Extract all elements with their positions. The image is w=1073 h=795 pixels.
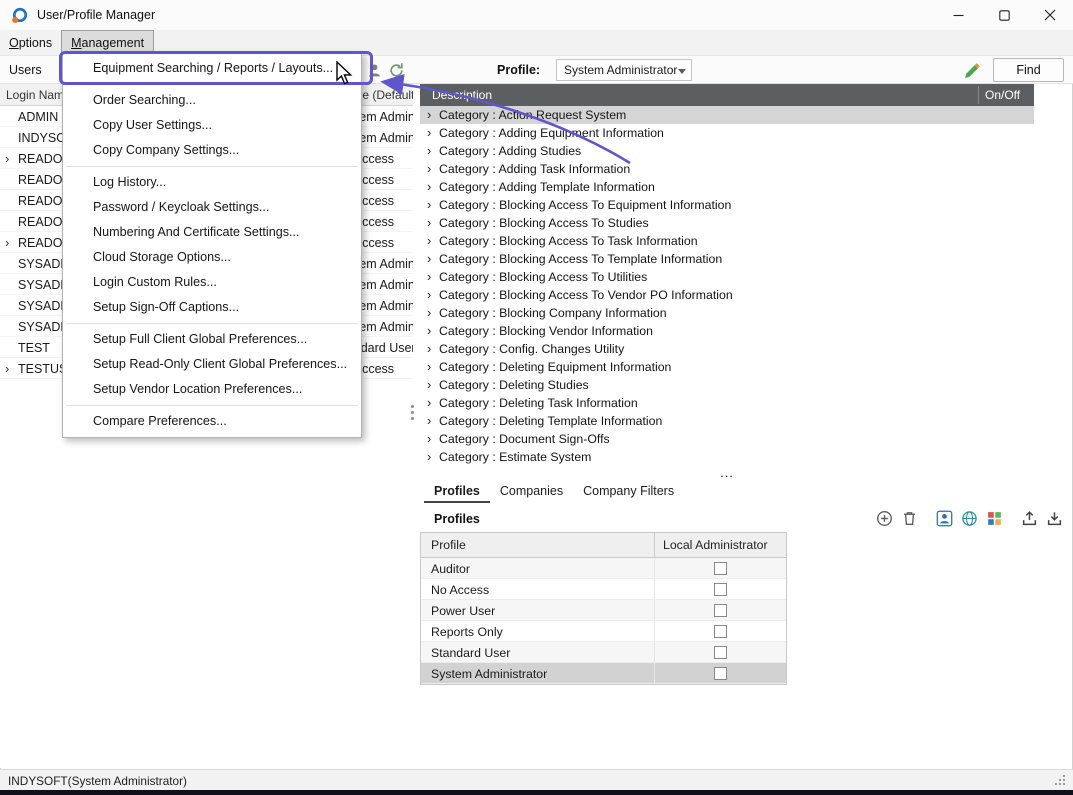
- rights-row[interactable]: Category : Adding Studies: [420, 142, 1034, 160]
- profile-combobox[interactable]: System Administrator: [556, 59, 692, 81]
- tab-company-filters[interactable]: Company Filters: [573, 480, 684, 503]
- titlebar: User/Profile Manager: [0, 0, 1073, 30]
- rights-row[interactable]: Category : Blocking Company Information: [420, 304, 1034, 322]
- local-admin-checkbox[interactable]: [714, 562, 727, 575]
- tab-profiles[interactable]: Profiles: [424, 480, 490, 503]
- menu-item-login-custom-rules[interactable]: Login Custom Rules...: [63, 270, 361, 295]
- refresh-icon[interactable]: [388, 62, 405, 79]
- splitter-handle[interactable]: [409, 402, 415, 424]
- profile-row-selected[interactable]: System Administrator: [421, 663, 786, 684]
- globe-button[interactable]: [961, 510, 978, 527]
- menu-item-order-searching[interactable]: Order Searching...: [63, 88, 361, 113]
- import-button[interactable]: [1046, 510, 1063, 527]
- chevron-down-icon: [678, 69, 686, 74]
- expand-chevron-icon[interactable]: ›: [5, 360, 9, 377]
- user-card-button[interactable]: [936, 510, 953, 527]
- local-admin-checkbox[interactable]: [714, 667, 727, 680]
- statusbar-text: INDYSOFT(System Administrator): [8, 774, 187, 788]
- column-header-onoff[interactable]: On/Off: [985, 88, 1020, 102]
- maximize-button[interactable]: [981, 0, 1027, 30]
- local-admin-checkbox[interactable]: [714, 646, 727, 659]
- rights-row[interactable]: Category : Blocking Access To Studies: [420, 214, 1034, 232]
- color-grid-button[interactable]: [986, 510, 1003, 527]
- menu-item-compare-preferences[interactable]: Compare Preferences...: [63, 409, 361, 434]
- local-admin-checkbox[interactable]: [714, 625, 727, 638]
- profiles-table: Profile Local Administrator Auditor No A…: [420, 532, 787, 685]
- user-profile-manager-window: User/Profile Manager Options Management …: [0, 0, 1073, 795]
- edit-pencil-icon[interactable]: [963, 60, 982, 79]
- profile-row[interactable]: Power User: [421, 600, 786, 621]
- mouse-cursor-icon: [336, 61, 358, 87]
- menu-item-password-keycloak-settings[interactable]: Password / Keycloak Settings...: [63, 195, 361, 220]
- local-admin-checkbox[interactable]: [714, 604, 727, 617]
- rights-row[interactable]: Category : Blocking Vendor Information: [420, 322, 1034, 340]
- minimize-button[interactable]: [935, 0, 981, 30]
- taskbar-strip: [0, 790, 1073, 795]
- app-icon: [11, 7, 28, 24]
- column-header-login-name[interactable]: Login Name: [6, 88, 71, 102]
- tab-companies[interactable]: Companies: [490, 480, 573, 503]
- resize-grip[interactable]: [1052, 772, 1067, 787]
- profile-combobox-value: System Administrator: [564, 63, 677, 77]
- rights-row[interactable]: Category : Blocking Access To Task Infor…: [420, 232, 1034, 250]
- window-title: User/Profile Manager: [37, 8, 155, 22]
- menu-item-numbering-and-certificate-settings[interactable]: Numbering And Certificate Settings...: [63, 220, 361, 245]
- expand-chevron-icon[interactable]: ›: [5, 234, 9, 251]
- expand-chevron-icon[interactable]: ›: [5, 150, 9, 167]
- rights-row[interactable]: Category : Action Request System: [420, 106, 1034, 124]
- add-button[interactable]: [876, 510, 893, 527]
- menu-item-log-history[interactable]: Log History...: [63, 170, 361, 195]
- menu-item-setup-sign-off-captions[interactable]: Setup Sign-Off Captions...: [63, 295, 361, 320]
- management-menu: Equipment Searching / Reports / Layouts.…: [62, 52, 362, 438]
- profile-row[interactable]: No Access: [421, 579, 786, 600]
- export-button[interactable]: [1021, 510, 1038, 527]
- column-header-description[interactable]: Description: [432, 88, 492, 102]
- rights-grid-header: Description On/Off: [420, 84, 1034, 106]
- rights-row[interactable]: Category : Blocking Access To Utilities: [420, 268, 1034, 286]
- rights-row[interactable]: Category : Document Sign-Offs: [420, 430, 1034, 448]
- column-header-profile[interactable]: Profile: [421, 533, 655, 557]
- rights-row[interactable]: Category : Adding Template Information: [420, 178, 1034, 196]
- statusbar: INDYSOFT(System Administrator): [0, 769, 1073, 790]
- profiles-table-header: Profile Local Administrator: [421, 533, 786, 558]
- menu-item-setup-full-client-global-preferences[interactable]: Setup Full Client Global Preferences...: [63, 327, 361, 352]
- maximize-icon: [999, 10, 1010, 21]
- rights-row[interactable]: Category : Adding Task Information: [420, 160, 1034, 178]
- local-admin-checkbox[interactable]: [714, 583, 727, 596]
- rights-grid: Description On/Off Category : Action Req…: [420, 84, 1034, 482]
- minimize-icon: [953, 10, 964, 21]
- rights-row[interactable]: Category : Config. Changes Utility: [420, 340, 1034, 358]
- menu-item-copy-company-settings[interactable]: Copy Company Settings...: [63, 138, 361, 163]
- delete-button[interactable]: [901, 510, 918, 527]
- menu-separator: [66, 166, 358, 167]
- find-button[interactable]: Find: [993, 58, 1064, 82]
- menu-item-setup-read-only-client-global-preferences[interactable]: Setup Read-Only Client Global Preference…: [63, 352, 361, 377]
- rights-row[interactable]: Category : Deleting Equipment Informatio…: [420, 358, 1034, 376]
- close-icon: [1044, 9, 1056, 21]
- menu-item-copy-user-settings[interactable]: Copy User Settings...: [63, 113, 361, 138]
- profile-row[interactable]: Auditor: [421, 558, 786, 579]
- menu-separator: [66, 405, 358, 406]
- profiles-panel-title: Profiles: [434, 512, 480, 526]
- menu-separator: [66, 323, 358, 324]
- menu-item-setup-vendor-location-preferences[interactable]: Setup Vendor Location Preferences...: [63, 377, 361, 402]
- rights-row[interactable]: Category : Deleting Template Information: [420, 412, 1034, 430]
- menubar-item-options[interactable]: Options: [0, 30, 61, 55]
- rights-row[interactable]: Category : Deleting Studies: [420, 376, 1034, 394]
- profile-row[interactable]: Standard User: [421, 642, 786, 663]
- profile-label: Profile:: [497, 63, 540, 77]
- rights-row[interactable]: Category : Estimate System: [420, 448, 1034, 466]
- rights-row[interactable]: Category : Adding Equipment Information: [420, 124, 1034, 142]
- highlight-box: [59, 51, 373, 85]
- rights-row[interactable]: Category : Blocking Access To Equipment …: [420, 196, 1034, 214]
- rights-row[interactable]: Category : Blocking Access To Template I…: [420, 250, 1034, 268]
- rights-row[interactable]: Category : Deleting Task Information: [420, 394, 1034, 412]
- rights-row[interactable]: Category : Blocking Access To Vendor PO …: [420, 286, 1034, 304]
- profile-row[interactable]: Reports Only: [421, 621, 786, 642]
- users-label: Users: [9, 63, 42, 77]
- menu-item-cloud-storage-options[interactable]: Cloud Storage Options...: [63, 245, 361, 270]
- tab-strip: Profiles Companies Company Filters: [424, 480, 684, 503]
- column-header-local-administrator[interactable]: Local Administrator: [655, 533, 786, 557]
- close-button[interactable]: [1027, 0, 1073, 30]
